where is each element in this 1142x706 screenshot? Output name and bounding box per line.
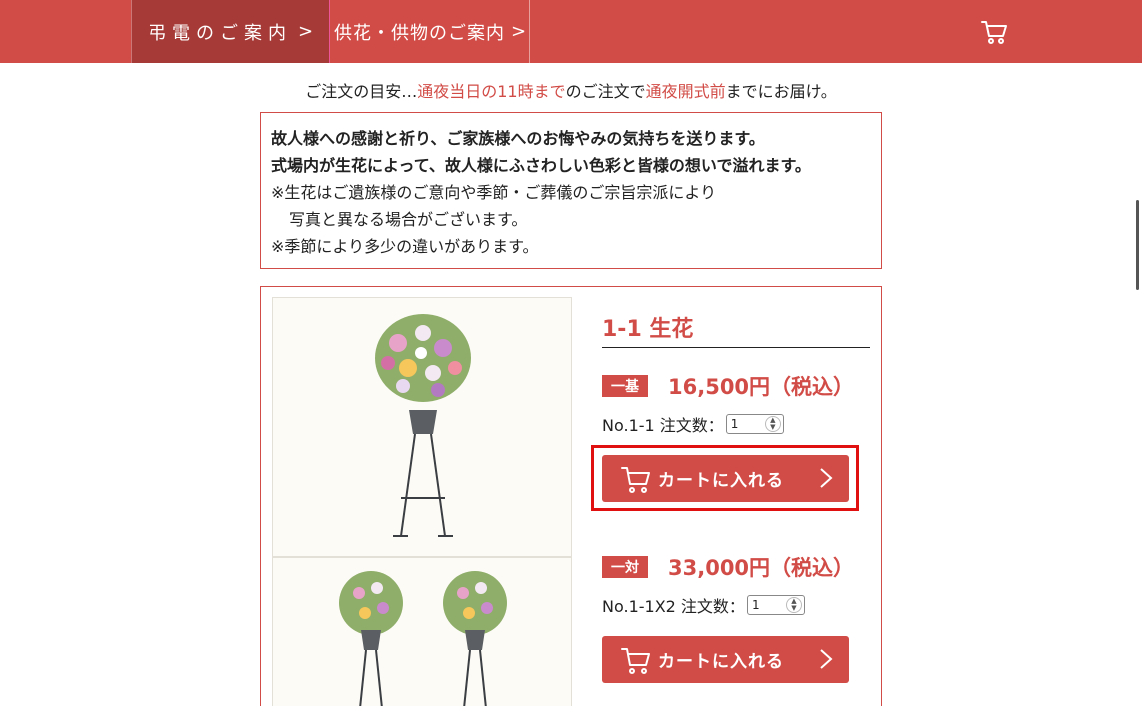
- qty-row: No.1-1 注文数： 1 ▲ ▼: [602, 412, 784, 436]
- spin-icon[interactable]: ▲ ▼: [785, 597, 802, 613]
- option-tag: 一基: [602, 375, 648, 397]
- notice-middle: のご注文で: [565, 82, 646, 101]
- product-title: 1-1 生花: [602, 317, 694, 342]
- info-line: 故人様への感謝と祈り、ご家族様へのお悔やみの気持ちを送ります。: [271, 129, 765, 148]
- notice-delivery-time: 通夜開式前: [645, 82, 726, 101]
- flower-stand-image: [375, 314, 471, 537]
- qty-label: No.1-1 注文数：: [602, 416, 724, 435]
- notice-suffix: までにお届け。: [725, 82, 837, 101]
- qty-label: No.1-1X2 注文数：: [602, 597, 745, 616]
- qty-value: 1: [730, 417, 739, 431]
- info-line: 式場内が生花によって、故人様にふさわしい色彩と皆様の想いで溢れます。: [271, 156, 811, 175]
- info-line: 写真と異なる場合がございます。: [289, 210, 528, 229]
- qty-value: 1: [751, 598, 760, 612]
- scrollbar-thumb[interactable]: [1136, 200, 1139, 290]
- option-price: 33,000円（税込）: [668, 556, 855, 580]
- cart-icon[interactable]: [980, 18, 1008, 46]
- quantity-stepper[interactable]: 1 ▲ ▼: [746, 595, 805, 615]
- product-image-single: [272, 297, 572, 557]
- qty-row: No.1-1X2 注文数： 1 ▲ ▼: [602, 593, 805, 617]
- option-price: 16,500円（税込）: [668, 375, 855, 399]
- notice-prefix: ご注文の目安…: [305, 82, 418, 101]
- highlight-box: [591, 445, 859, 511]
- flower-stand-pair-image: [339, 571, 507, 706]
- delivery-notice: ご注文の目安…通夜当日の11時までのご注文で通夜開式前までにお届け。: [0, 78, 1142, 102]
- option-tag: 一対: [602, 556, 648, 578]
- cart-icon: [621, 647, 650, 674]
- notice-deadline: 通夜当日の11時まで: [417, 82, 566, 101]
- button-label: カートに入れる: [658, 652, 784, 672]
- nav-condolence-telegram[interactable]: 弔電のご案内 >: [131, 0, 330, 63]
- spin-icon[interactable]: ▲ ▼: [764, 416, 781, 432]
- nav-arrow: >: [510, 21, 527, 42]
- site-header: 弔電のご案内 > 供花・供物のご案内 >: [0, 0, 1142, 63]
- add-to-cart-button[interactable]: カートに入れる: [602, 636, 849, 683]
- quantity-stepper[interactable]: 1 ▲ ▼: [725, 414, 784, 434]
- info-line: ※生花はご遺族様のご意向や季節・ご葬儀のご宗旨宗派により: [271, 183, 717, 202]
- nav-flowers-offerings[interactable]: 供花・供物のご案内 >: [331, 0, 530, 63]
- title-divider: [602, 347, 870, 348]
- nav-label: 供花・供物のご案内: [333, 22, 505, 44]
- info-box: 故人様への感謝と祈り、ご家族様へのお悔やみの気持ちを送ります。 式場内が生花によ…: [260, 112, 882, 269]
- product-image-pair: [272, 557, 572, 706]
- nav-arrow: >: [297, 21, 314, 42]
- chevron-right-icon: [820, 649, 833, 669]
- nav-label: 弔電のご案内: [147, 22, 292, 44]
- info-line: ※季節により多少の違いがあります。: [271, 237, 539, 256]
